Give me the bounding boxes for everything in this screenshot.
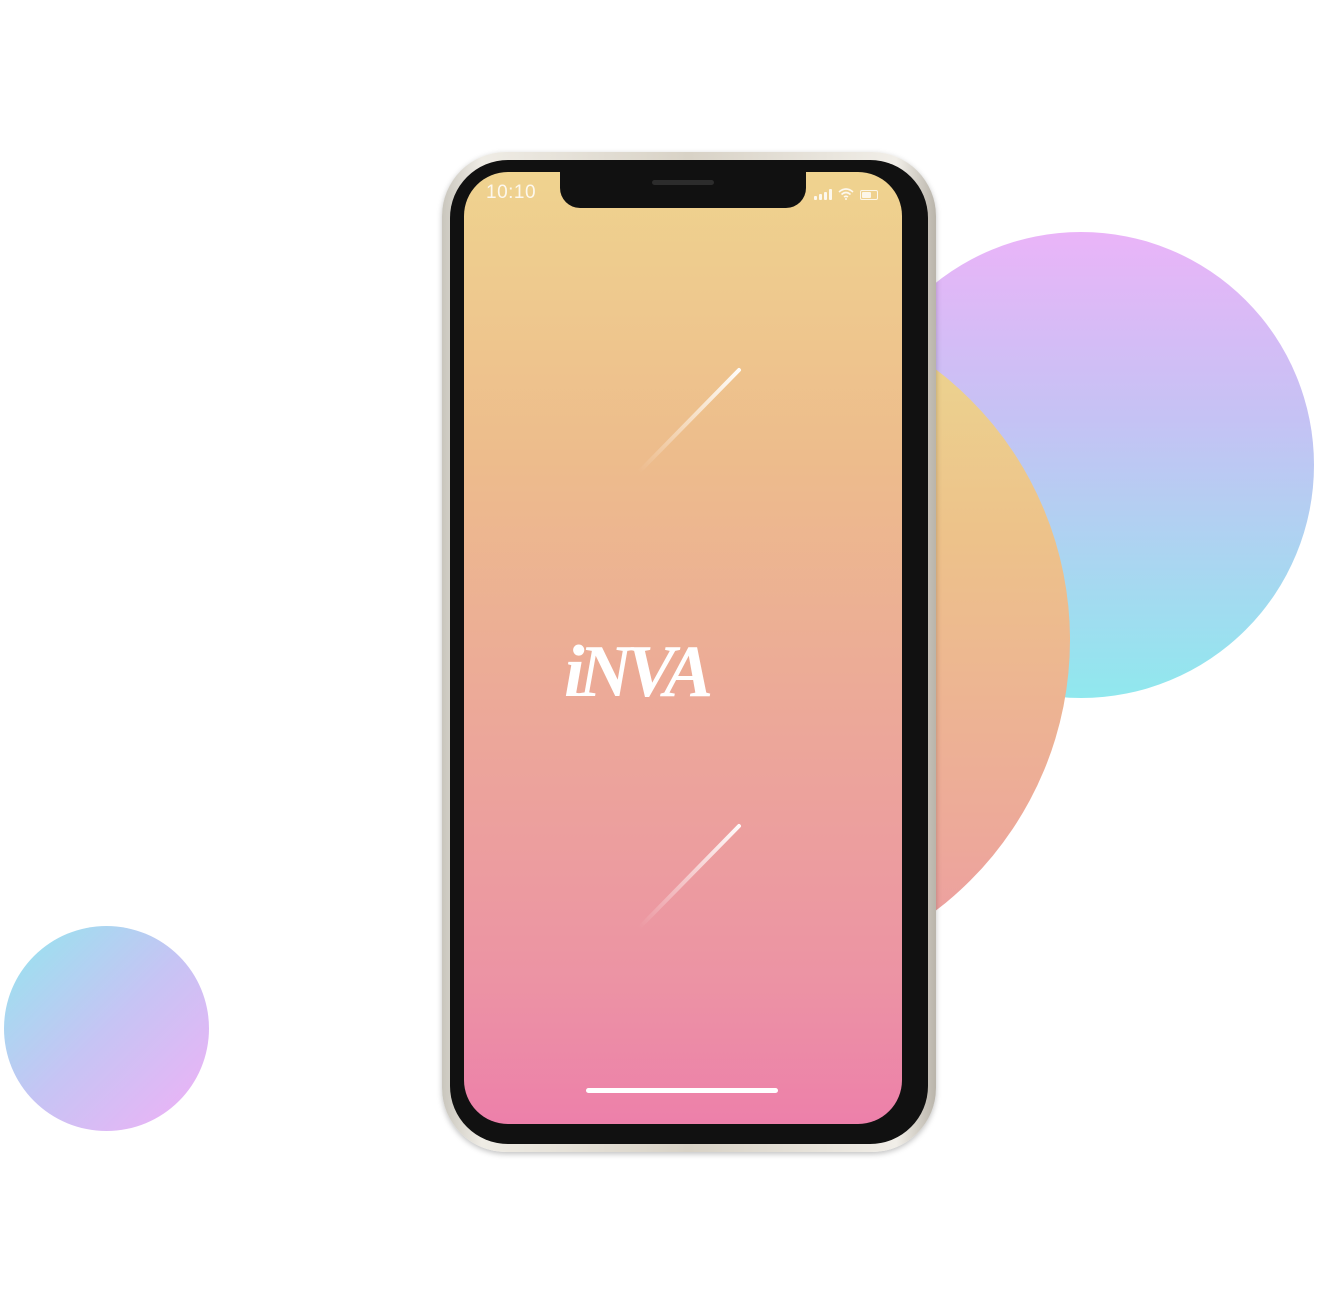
status-time: 10:10: [486, 182, 537, 203]
inva-logo: iNVA: [564, 631, 717, 713]
battery-icon: [860, 190, 878, 200]
light-streak-top: [637, 368, 741, 474]
decorative-circle-small: [4, 926, 209, 1131]
wifi-icon: [838, 188, 854, 200]
home-indicator[interactable]: [586, 1088, 778, 1093]
status-icons: [814, 188, 878, 200]
logo-text: iNVA: [564, 631, 711, 713]
promo-canvas: 10:10 iNVA: [0, 0, 1340, 1301]
phone-notch: [560, 172, 806, 208]
phone-frame: 10:10 iNVA: [442, 152, 936, 1152]
phone-screen[interactable]: 10:10 iNVA: [464, 172, 902, 1124]
earpiece-speaker: [652, 180, 714, 185]
light-streak-bottom: [637, 824, 741, 930]
cellular-signal-icon: [814, 189, 832, 200]
